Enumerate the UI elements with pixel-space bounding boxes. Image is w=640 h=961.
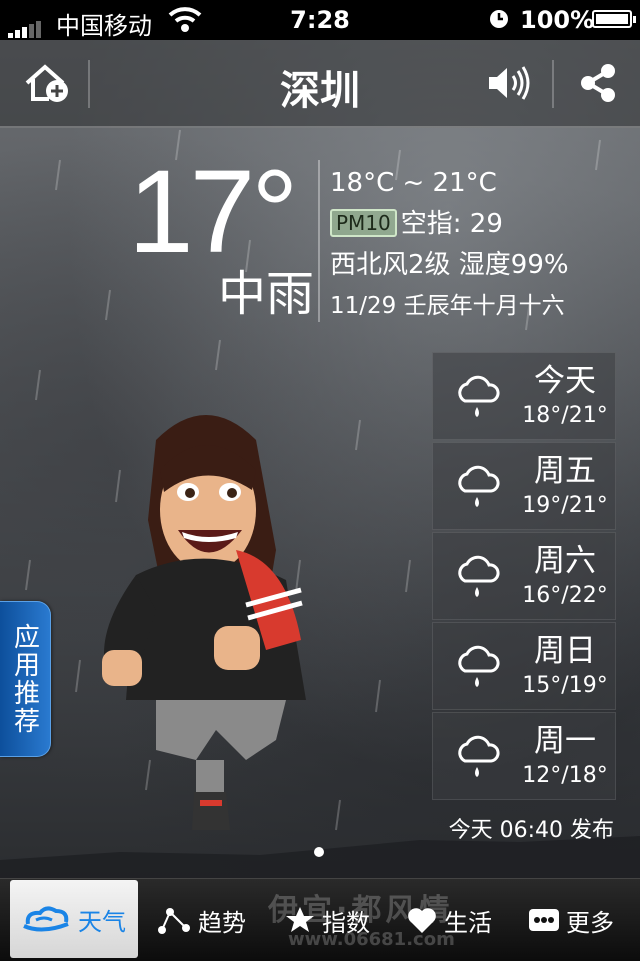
pm10-badge: PM10 xyxy=(330,209,397,237)
tab-bar: 天气 伊宜·都风情 www.06681.com 趋势 指数 生活 更多 xyxy=(0,878,640,961)
rain-cloud-icon xyxy=(458,645,500,687)
forecast-day: 周六 xyxy=(534,543,596,579)
forecast-range: 19°/21° xyxy=(522,493,608,518)
speaker-icon xyxy=(489,66,530,100)
forecast-range: 15°/19° xyxy=(522,673,608,698)
current-condition: 中雨 xyxy=(217,266,314,322)
current-divider xyxy=(318,160,320,322)
air-quality-row: PM10 空指: 29 xyxy=(330,204,569,245)
cloud-logo-icon xyxy=(23,906,69,932)
current-details: 18°C ~ 21°C PM10 空指: 29 西北风2级 湿度99% 11/29… xyxy=(330,163,569,327)
page-indicator[interactable] xyxy=(314,847,324,857)
app-recommend-tab[interactable]: 应用推荐 xyxy=(0,601,51,757)
current-temperature: 17° xyxy=(128,146,298,278)
forecast-range: 12°/18° xyxy=(522,763,608,788)
publish-time: 今天 06:40 发布 xyxy=(448,818,614,843)
current-weather: 17° 中雨 18°C ~ 21°C PM10 空指: 29 西北风2级 湿度99… xyxy=(0,146,640,327)
tab-life[interactable]: 生活 xyxy=(406,879,492,961)
tab-trend[interactable]: 趋势 xyxy=(156,879,246,961)
tab-index-label: 指数 xyxy=(322,908,370,937)
temperature-range: 18°C ~ 21°C xyxy=(330,168,497,198)
forecast-row[interactable]: 周日 15°/19° xyxy=(432,622,616,710)
forecast-row[interactable]: 周五 19°/21° xyxy=(432,442,616,530)
tab-weather-label: 天气 xyxy=(78,907,126,936)
rain-cloud-icon xyxy=(458,555,500,597)
air-index: 空指: 29 xyxy=(400,209,503,239)
tab-more[interactable]: 更多 xyxy=(528,879,614,961)
rain-cloud-icon xyxy=(458,465,500,507)
runner-character-illustration xyxy=(102,415,306,830)
city-title[interactable]: 深圳 xyxy=(0,58,640,116)
tab-life-label: 生活 xyxy=(444,908,492,937)
star-icon xyxy=(286,907,314,932)
battery-icon xyxy=(592,10,636,28)
heart-icon xyxy=(408,908,436,933)
tab-weather[interactable]: 天气 xyxy=(10,880,138,958)
alarm-clock-icon xyxy=(488,8,510,36)
voice-broadcast-button[interactable] xyxy=(478,40,540,126)
app-recommend-label: 应用推荐 xyxy=(9,623,40,735)
forecast-row[interactable]: 今天 18°/21° xyxy=(432,352,616,440)
rain-cloud-icon xyxy=(458,375,500,417)
wind-humidity: 西北风2级 湿度99% xyxy=(330,250,569,280)
more-icon xyxy=(529,909,559,931)
forecast-day: 周日 xyxy=(534,633,596,669)
tab-trend-label: 趋势 xyxy=(198,908,246,937)
tab-index[interactable]: 指数 xyxy=(284,879,370,961)
forecast-row[interactable]: 周一 12°/18° xyxy=(432,712,616,800)
nav-bar: 深圳 xyxy=(0,40,640,128)
share-icon xyxy=(581,64,615,102)
forecast-day: 今天 xyxy=(534,363,596,399)
forecast-range: 16°/22° xyxy=(522,583,608,608)
forecast-day: 周五 xyxy=(534,453,596,489)
nav-divider xyxy=(552,60,554,108)
forecast-day: 周一 xyxy=(534,723,596,759)
share-button[interactable] xyxy=(568,40,628,126)
tab-more-label: 更多 xyxy=(566,908,614,937)
status-bar: 中国移动 7:28 100% xyxy=(0,0,640,40)
rain-cloud-icon xyxy=(458,735,500,777)
trend-icon xyxy=(158,908,190,934)
forecast-row[interactable]: 周六 16°/22° xyxy=(432,532,616,620)
forecast-list: 今天 18°/21° 周五 19°/21° 周六 16°/22° 周日 15°/… xyxy=(432,352,616,802)
battery-percent: 100% xyxy=(520,6,595,34)
forecast-range: 18°/21° xyxy=(522,403,608,428)
date-lunar: 11/29 壬辰年十月十六 xyxy=(330,293,565,319)
